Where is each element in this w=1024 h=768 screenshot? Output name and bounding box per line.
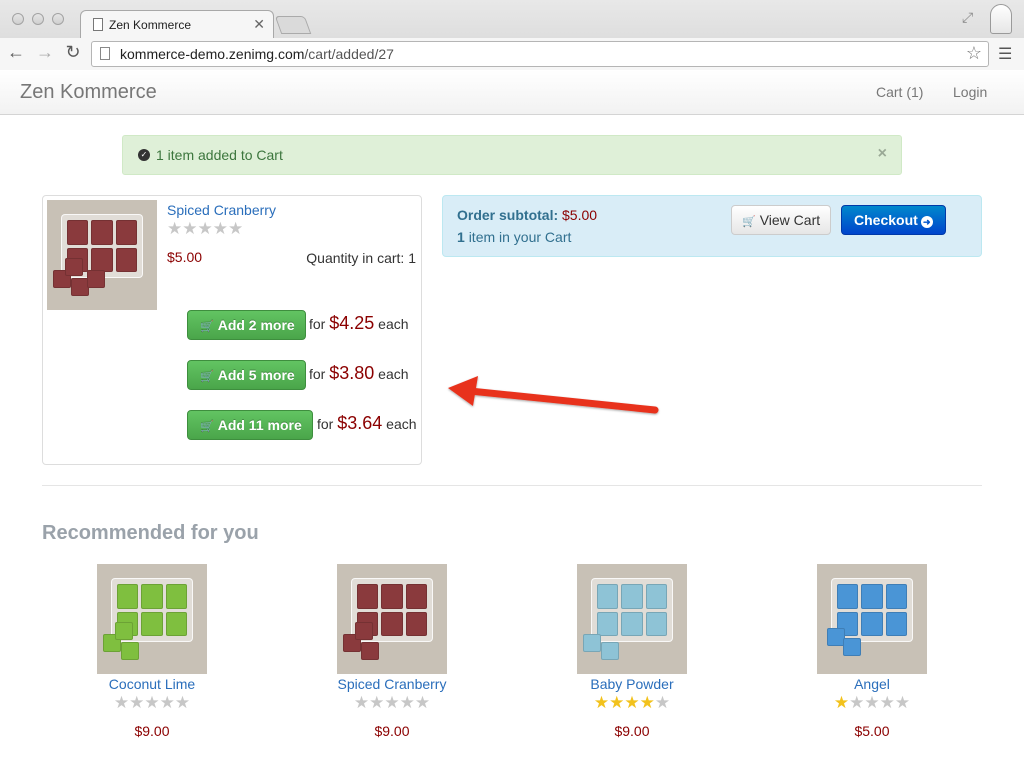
offer-11-text: for $3.64 each: [317, 413, 417, 433]
star-empty-icon: ★: [159, 693, 175, 712]
checkout-button[interactable]: Checkout ➜: [841, 205, 946, 235]
cart-icon: 🛒: [200, 421, 214, 433]
menu-icon[interactable]: ☰: [998, 44, 1012, 64]
new-tab-button[interactable]: [274, 16, 312, 34]
alert-message: 1 item added to Cart: [156, 147, 283, 163]
star-empty-icon: ★: [174, 693, 191, 712]
page-icon: [100, 47, 110, 60]
star-empty-icon: ★: [212, 219, 228, 238]
rating-stars: ★★★★★: [67, 693, 237, 713]
order-subtotal: Order subtotal: $5.00: [457, 207, 598, 223]
recommended-item-price: $9.00: [134, 723, 170, 739]
star-empty-icon: ★: [654, 693, 671, 712]
star-empty-icon: ★: [353, 693, 370, 712]
recommended-item: Spiced Cranberry ★★★★★ $9.00: [307, 564, 477, 754]
recommended-item-name[interactable]: Baby Powder: [547, 676, 717, 692]
close-tab-icon[interactable]: ✕: [253, 16, 265, 33]
browser-toolbar: ← → ↻ kommerce-demo.zenimg.com/cart/adde…: [0, 38, 1024, 70]
bookmark-star-icon[interactable]: ☆: [966, 43, 982, 64]
rating-stars: ★★★★★: [787, 693, 957, 713]
window-controls: [12, 13, 64, 25]
star-empty-icon: ★: [113, 693, 130, 712]
rating-stars: ★★★★★: [307, 693, 477, 713]
browser-chrome: Zen Kommerce ✕ ⤢ ← → ↻ kommerce-demo.zen…: [0, 0, 1024, 70]
product-image[interactable]: [817, 564, 927, 674]
cart-link[interactable]: Cart (1): [876, 84, 923, 100]
product-image[interactable]: [47, 200, 157, 310]
profile-icon[interactable]: [990, 4, 1012, 34]
brand-link[interactable]: Zen Kommerce: [20, 81, 157, 104]
added-product-panel: Spiced Cranberry ★★★★★ $5.00 Quantity in…: [42, 195, 422, 465]
star-empty-icon: ★: [369, 693, 385, 712]
star-empty-icon: ★: [894, 693, 911, 712]
offer-2-text: for $4.25 each: [309, 313, 409, 333]
cart-icon: 🛒: [200, 371, 214, 383]
page-icon: [93, 18, 103, 31]
star-empty-icon: ★: [197, 219, 213, 238]
close-window-button[interactable]: [12, 13, 24, 25]
recommended-item-price: $9.00: [614, 723, 650, 739]
url-text[interactable]: kommerce-demo.zenimg.com/cart/added/27: [120, 46, 394, 62]
rating-stars: ★★★★★: [547, 693, 717, 713]
star-filled-icon: ★: [833, 693, 850, 712]
fullscreen-icon[interactable]: ⤢: [962, 9, 973, 26]
reload-icon[interactable]: ↻: [62, 42, 84, 63]
section-divider: [42, 485, 982, 486]
view-cart-button[interactable]: 🛒 View Cart: [731, 205, 832, 235]
added-to-cart-alert: ✓ 1 item added to Cart ×: [122, 135, 902, 175]
login-link[interactable]: Login: [953, 84, 987, 100]
star-empty-icon: ★: [414, 693, 431, 712]
star-empty-icon: ★: [879, 693, 895, 712]
product-price: $5.00: [167, 249, 203, 265]
star-empty-icon: ★: [849, 693, 865, 712]
star-empty-icon: ★: [384, 693, 400, 712]
recommended-item-name[interactable]: Coconut Lime: [67, 676, 237, 692]
star-filled-icon: ★: [593, 693, 610, 712]
back-icon[interactable]: ←: [5, 42, 27, 63]
check-circle-icon: ✓: [138, 149, 150, 161]
recommended-heading: Recommended for you: [42, 522, 259, 544]
quantity-in-cart: Quantity in cart: 1: [306, 250, 416, 266]
add-5-more-button[interactable]: 🛒 Add 5 more: [187, 360, 306, 390]
star-empty-icon: ★: [144, 693, 160, 712]
add-11-more-button[interactable]: 🛒 Add 11 more: [187, 410, 313, 440]
minimize-window-button[interactable]: [32, 13, 44, 25]
cart-icon: 🛒: [742, 216, 756, 228]
cart-item-count: 1 item in your Cart: [457, 229, 572, 245]
product-image[interactable]: [577, 564, 687, 674]
site-navbar: Zen Kommerce Cart (1) Login: [0, 70, 1024, 115]
product-rating-stars: ★★★★★: [167, 219, 243, 239]
forward-icon[interactable]: →: [34, 42, 56, 63]
cart-icon: 🛒: [200, 321, 214, 333]
recommended-item-name[interactable]: Angel: [787, 676, 957, 692]
recommended-item: Angel ★★★★★ $5.00: [787, 564, 957, 754]
tab-title: Zen Kommerce: [109, 18, 192, 32]
product-name-link[interactable]: Spiced Cranberry: [167, 202, 276, 218]
recommended-item-price: $9.00: [374, 723, 410, 739]
address-bar[interactable]: kommerce-demo.zenimg.com/cart/added/27 ☆: [91, 41, 989, 67]
star-empty-icon: ★: [864, 693, 880, 712]
browser-tab[interactable]: Zen Kommerce ✕: [80, 10, 274, 38]
arrow-right-circle-icon: ➜: [920, 216, 933, 228]
close-alert-icon[interactable]: ×: [878, 145, 887, 163]
star-empty-icon: ★: [228, 219, 244, 238]
recommended-item-name[interactable]: Spiced Cranberry: [307, 676, 477, 692]
star-empty-icon: ★: [182, 219, 198, 238]
offer-5-text: for $3.80 each: [309, 363, 409, 383]
recommended-item: Baby Powder ★★★★★ $9.00: [547, 564, 717, 754]
star-empty-icon: ★: [167, 219, 183, 238]
product-image[interactable]: [97, 564, 207, 674]
recommended-item: Coconut Lime ★★★★★ $9.00: [67, 564, 237, 754]
add-2-more-button[interactable]: 🛒 Add 2 more: [187, 310, 306, 340]
star-empty-icon: ★: [129, 693, 145, 712]
star-filled-icon: ★: [639, 693, 655, 712]
annotation-arrow: [448, 376, 659, 414]
star-filled-icon: ★: [624, 693, 640, 712]
product-image[interactable]: [337, 564, 447, 674]
recommended-item-price: $5.00: [854, 723, 890, 739]
star-empty-icon: ★: [399, 693, 415, 712]
order-summary-panel: Order subtotal: $5.00 1 item in your Car…: [442, 195, 982, 257]
zoom-window-button[interactable]: [52, 13, 64, 25]
star-filled-icon: ★: [609, 693, 625, 712]
